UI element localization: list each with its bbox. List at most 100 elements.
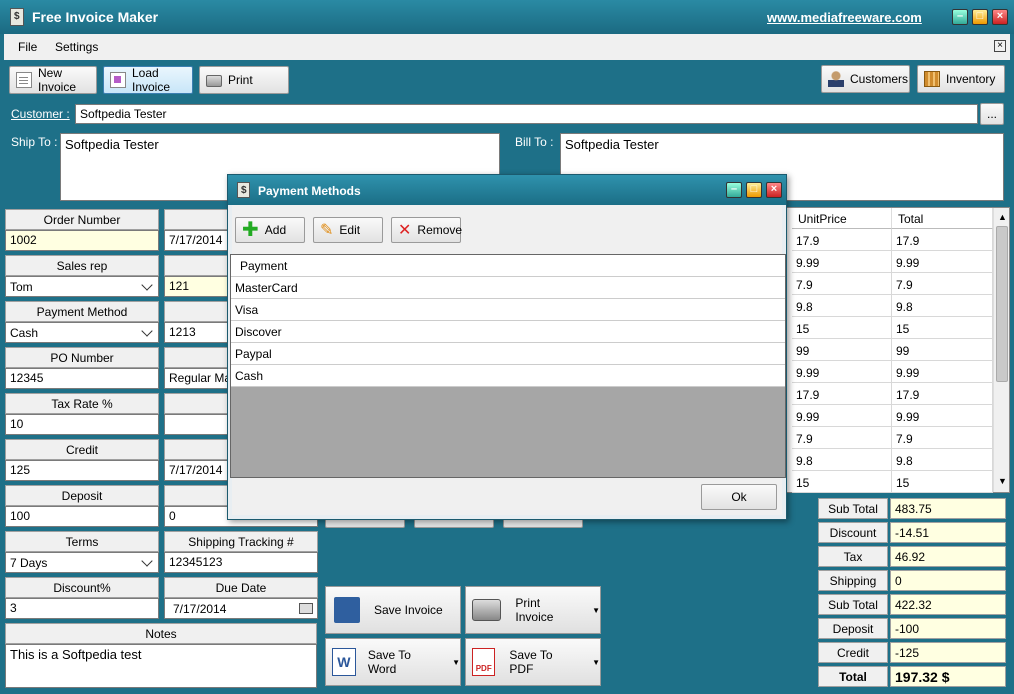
- grid-cell-total[interactable]: 9.8: [892, 449, 993, 471]
- customers-button[interactable]: Customers: [821, 65, 910, 93]
- customer-label[interactable]: Customer :: [11, 107, 70, 121]
- ship-to-label: Ship To :: [11, 135, 58, 149]
- menu-settings[interactable]: Settings: [55, 40, 98, 54]
- save-to-pdf-button[interactable]: PDF Save To PDF ▼: [465, 638, 601, 686]
- grid-cell-total[interactable]: 9.99: [892, 405, 993, 427]
- menu-close-icon[interactable]: ×: [994, 40, 1006, 52]
- dialog-maximize-icon[interactable]: □: [746, 182, 762, 198]
- grid-cell-total[interactable]: 7.9: [892, 273, 993, 295]
- grid-header-total[interactable]: Total: [892, 208, 993, 229]
- app-title: Free Invoice Maker: [32, 9, 159, 25]
- grid-cell-unitprice[interactable]: 9.8: [792, 449, 892, 471]
- dropdown-arrow-icon[interactable]: ▼: [452, 658, 460, 667]
- grid-cell-total[interactable]: 9.99: [892, 251, 993, 273]
- payment-method-select[interactable]: Cash: [5, 322, 159, 343]
- discount-label: Discount%: [5, 577, 159, 598]
- menu-file[interactable]: File: [18, 40, 37, 54]
- remove-payment-button[interactable]: ✕ Remove: [391, 217, 463, 243]
- grid-cell-unitprice[interactable]: 15: [792, 317, 892, 339]
- calendar-icon: [299, 603, 313, 614]
- notes-field[interactable]: This is a Softpedia test: [5, 644, 317, 688]
- deposit-field[interactable]: 100: [5, 506, 159, 527]
- app-invoice-icon: [10, 8, 24, 26]
- payment-list-item[interactable]: Discover: [231, 321, 785, 343]
- terms-select[interactable]: 7 Days: [5, 552, 159, 573]
- customer-field[interactable]: Softpedia Tester: [75, 104, 978, 124]
- scrollbar-thumb[interactable]: [996, 226, 1008, 382]
- customer-browse-button[interactable]: ...: [980, 103, 1004, 125]
- payment-list-item[interactable]: Cash: [231, 365, 785, 387]
- total-value: -100: [890, 618, 1006, 639]
- bill-to-label: Bill To :: [515, 135, 554, 149]
- grid-header-unitprice[interactable]: UnitPrice: [792, 208, 892, 229]
- close-icon[interactable]: ×: [992, 9, 1008, 25]
- dropdown-arrow-icon[interactable]: ▼: [592, 606, 600, 615]
- grid-cell-unitprice[interactable]: 17.9: [792, 383, 892, 405]
- tax-rate-label: Tax Rate %: [5, 393, 159, 414]
- grid-cell-total[interactable]: 17.9: [892, 383, 993, 405]
- grid-cell-unitprice[interactable]: 7.9: [792, 273, 892, 295]
- save-to-word-label: Save To Word: [367, 648, 411, 676]
- total-label: Credit: [818, 642, 888, 663]
- grid-cell-unitprice[interactable]: 7.9: [792, 427, 892, 449]
- grid-cell-unitprice[interactable]: 17.9: [792, 229, 892, 251]
- grid-scrollbar[interactable]: ▲ ▼: [993, 208, 1009, 492]
- sales-rep-label: Sales rep: [5, 255, 159, 276]
- po-number-field[interactable]: 12345: [5, 368, 159, 389]
- payment-list-header[interactable]: Payment: [231, 255, 785, 277]
- grid-cell-unitprice[interactable]: 9.99: [792, 361, 892, 383]
- pencil-icon: ✎: [320, 222, 334, 239]
- scroll-down-icon[interactable]: ▼: [998, 476, 1007, 486]
- scroll-up-icon[interactable]: ▲: [998, 212, 1007, 222]
- total-label: Discount: [818, 522, 888, 543]
- grid-cell-total[interactable]: 17.9: [892, 229, 993, 251]
- grid-cell-total[interactable]: 15: [892, 471, 993, 493]
- payment-list-item[interactable]: Paypal: [231, 343, 785, 365]
- chevron-down-icon: [141, 278, 153, 291]
- inventory-button[interactable]: Inventory: [917, 65, 1005, 93]
- payment-list-item[interactable]: MasterCard: [231, 277, 785, 299]
- grid-cell-total[interactable]: 9.99: [892, 361, 993, 383]
- minimize-icon[interactable]: –: [952, 9, 968, 25]
- grid-cell-total[interactable]: 99: [892, 339, 993, 361]
- remove-label: Remove: [417, 223, 463, 237]
- edit-payment-button[interactable]: ✎ Edit: [313, 217, 383, 243]
- due-date-picker[interactable]: 7/17/2014: [164, 598, 318, 619]
- sales-rep-select[interactable]: Tom: [5, 276, 159, 297]
- ok-button[interactable]: Ok: [701, 484, 777, 510]
- website-link[interactable]: www.mediafreeware.com: [767, 10, 922, 25]
- print-invoice-button[interactable]: Print Invoice ▼: [465, 586, 601, 634]
- credit-field[interactable]: 125: [5, 460, 159, 481]
- tracking-field[interactable]: 12345123: [164, 552, 318, 573]
- load-icon: [110, 72, 126, 88]
- grid-cell-unitprice[interactable]: 9.99: [792, 251, 892, 273]
- add-payment-button[interactable]: ✚ Add: [235, 217, 305, 243]
- new-invoice-button[interactable]: New Invoice: [9, 66, 97, 94]
- dialog-close-icon[interactable]: ×: [766, 182, 782, 198]
- tax-rate-field[interactable]: 10: [5, 414, 159, 435]
- dialog-body: ✚ Add ✎ Edit ✕ Remove Payment MasterCard…: [230, 205, 786, 515]
- save-to-word-button[interactable]: W Save To Word ▼: [325, 638, 461, 686]
- sales-rep-value: Tom: [10, 279, 33, 294]
- grid-cell-unitprice[interactable]: 15: [792, 471, 892, 493]
- print-button[interactable]: Print: [199, 66, 289, 94]
- grid-cell-unitprice[interactable]: 9.99: [792, 405, 892, 427]
- order-number-field[interactable]: 1002: [5, 230, 159, 251]
- maximize-icon[interactable]: □: [972, 9, 988, 25]
- printer-icon: [206, 75, 222, 87]
- grid-cell-unitprice[interactable]: 9.8: [792, 295, 892, 317]
- grid-cell-total[interactable]: 7.9: [892, 427, 993, 449]
- grid-cell-total[interactable]: 15: [892, 317, 993, 339]
- printer-icon: [472, 599, 502, 621]
- grid-cell-unitprice[interactable]: 99: [792, 339, 892, 361]
- dialog-minimize-icon[interactable]: –: [726, 182, 742, 198]
- discount-field[interactable]: 3: [5, 598, 159, 619]
- grid-cell-total[interactable]: 9.8: [892, 295, 993, 317]
- dropdown-arrow-icon[interactable]: ▼: [592, 658, 600, 667]
- save-invoice-button[interactable]: Save Invoice: [325, 586, 461, 634]
- payment-list-item[interactable]: Visa: [231, 299, 785, 321]
- new-doc-icon: [16, 72, 32, 88]
- load-invoice-button[interactable]: Load Invoice: [103, 66, 193, 94]
- new-invoice-label: New Invoice: [38, 66, 77, 94]
- total-label: Shipping: [818, 570, 888, 591]
